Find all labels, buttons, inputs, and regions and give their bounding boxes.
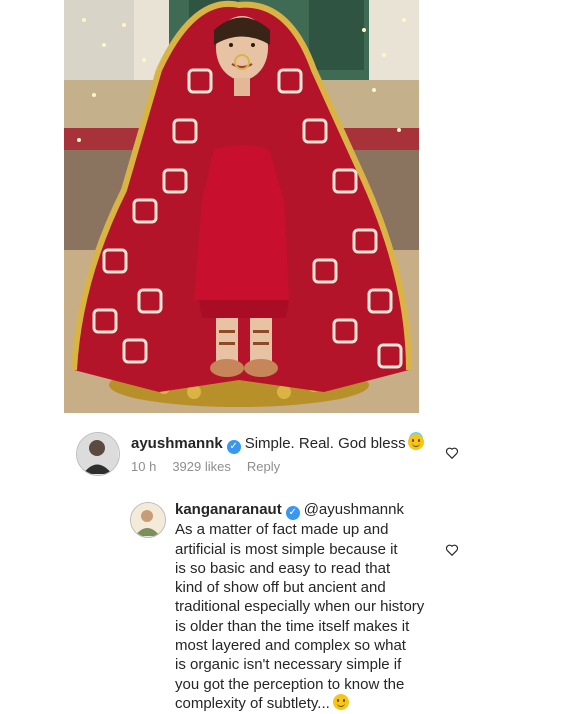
comment-line: complexity of subtlety...: [175, 694, 330, 712]
comment-line: you got the perception to know the: [175, 675, 405, 693]
comment-line: most layered and complex so what: [175, 637, 406, 655]
comment-text: Simple. Real. God bless: [244, 435, 406, 452]
comment-line: is so basic and easy to read that: [175, 559, 391, 577]
comment-kanganaranaut: kanganaranaut ✓ @ayushmannk As a matter of…: [130, 500, 450, 712]
post-photo: [64, 0, 419, 413]
comment-line: is organic isn't necessary simple if: [175, 656, 402, 674]
like-heart-icon[interactable]: [445, 543, 459, 557]
verified-badge-icon: ✓: [285, 506, 300, 520]
smiling-face-with-halo-icon: [407, 434, 424, 450]
comment-line: is older than the time itself makes it: [175, 617, 410, 635]
comment-line: kind of show off but ancient and: [175, 579, 386, 597]
comment-line: As a matter of fact made up and: [175, 521, 389, 539]
comment-ayushmannk: ayushmannk ✓ Simple. Real. God bless 10 h 3…: [76, 432, 466, 482]
comment-likes[interactable]: 3929 likes: [172, 459, 231, 474]
comment-username[interactable]: ayushmannk: [131, 435, 223, 452]
avatar-kanganaranaut[interactable]: [130, 502, 166, 538]
comment-line: artificial is most simple because it: [175, 540, 398, 558]
mention-link[interactable]: @ayushmannk: [304, 501, 404, 518]
avatar-ayushmannk[interactable]: [76, 432, 120, 476]
comment-username[interactable]: kanganaranaut: [175, 501, 282, 518]
post-image: [64, 0, 419, 413]
reply-button[interactable]: Reply: [247, 459, 280, 474]
like-heart-icon[interactable]: [445, 446, 459, 460]
comment-line: traditional especially when our history: [175, 598, 425, 616]
verified-badge-icon: ✓: [226, 440, 241, 454]
smiling-face-icon: [332, 693, 349, 710]
comment-time: 10 h: [131, 459, 157, 474]
